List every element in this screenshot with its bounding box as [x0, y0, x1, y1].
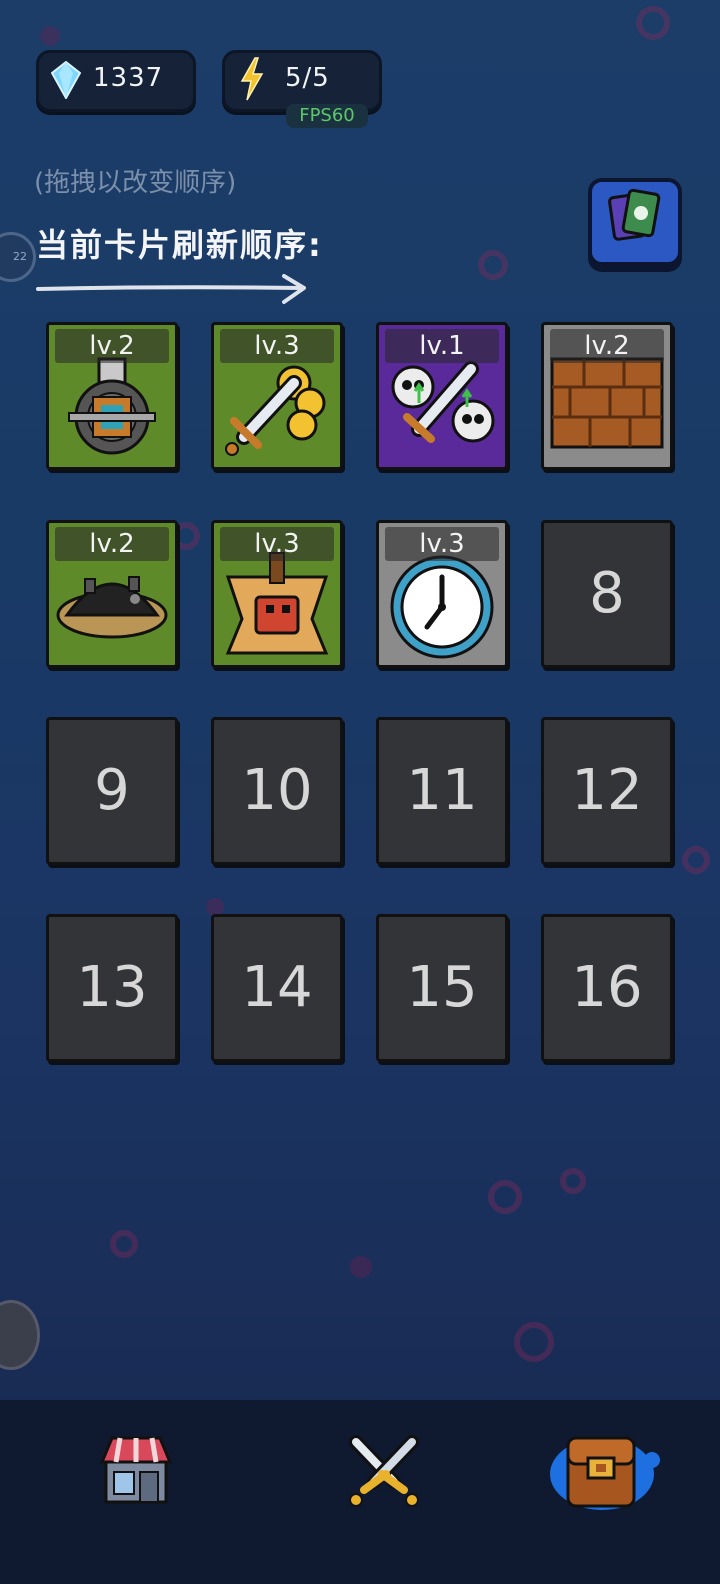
shop-icon	[98, 1436, 174, 1510]
slot-number: 11	[406, 758, 478, 823]
empty-card-slot[interactable]: 9	[46, 717, 178, 865]
empty-card-slot[interactable]: 13	[46, 914, 178, 1062]
battle-button[interactable]	[342, 1434, 426, 1512]
slot-number: 13	[76, 955, 148, 1020]
gem-count: 1337	[93, 63, 164, 93]
empty-card-slot[interactable]: 12	[541, 717, 673, 865]
card-level-label: lv.3	[220, 527, 334, 561]
empty-card-slot[interactable]: 15	[376, 914, 508, 1062]
slot-number: 10	[241, 758, 313, 823]
slot-number: 14	[241, 955, 313, 1020]
empty-card-slot[interactable]: 10	[211, 717, 343, 865]
card-level-label: lv.2	[55, 329, 169, 363]
shop-button[interactable]	[98, 1432, 174, 1510]
fps-indicator: FPS60	[286, 104, 368, 128]
card-level-label: lv.1	[385, 329, 499, 363]
card-level-label: lv.2	[550, 329, 664, 363]
empty-card-slot[interactable]: 8	[541, 520, 673, 668]
slot-number: 8	[589, 561, 625, 626]
empty-card-slot[interactable]: 11	[376, 717, 508, 865]
deck-button[interactable]	[588, 178, 682, 266]
side-avatar-button[interactable]	[0, 1300, 40, 1370]
crossed-swords-icon	[342, 1435, 426, 1512]
card-slot[interactable]: lv.3	[211, 322, 343, 470]
slot-number: 15	[406, 955, 478, 1020]
lightning-icon	[239, 57, 265, 105]
bg-bubble	[682, 846, 710, 874]
energy-counter[interactable]: 5/5	[222, 50, 382, 112]
card-deck-icon	[606, 188, 662, 250]
slot-number: 9	[94, 758, 130, 823]
slot-number: 12	[571, 758, 643, 823]
card-level-label: lv.3	[385, 527, 499, 561]
bg-bubble	[488, 1180, 522, 1214]
page-title: 当前卡片刷新顺序:	[36, 226, 323, 264]
bag-button[interactable]	[548, 1432, 662, 1516]
order-arrow-icon	[36, 274, 306, 304]
card-slot[interactable]: lv.2	[541, 322, 673, 470]
backpack-icon	[548, 1436, 662, 1516]
empty-card-slot[interactable]: 14	[211, 914, 343, 1062]
bg-dot	[40, 26, 60, 46]
card-slot[interactable]: lv.3	[376, 520, 508, 668]
gem-icon	[50, 60, 82, 103]
slot-number: 16	[571, 955, 643, 1020]
bg-bubble	[560, 1168, 586, 1194]
bg-bubble	[478, 250, 508, 280]
card-slot[interactable]: lv.3	[211, 520, 343, 668]
bg-dot	[350, 1256, 372, 1278]
bg-bubble	[636, 6, 670, 40]
gem-counter[interactable]: 1337	[36, 50, 196, 112]
card-slot[interactable]: lv.1	[376, 322, 508, 470]
bg-bubble	[514, 1322, 554, 1362]
card-level-label: lv.2	[55, 527, 169, 561]
card-slot[interactable]: lv.2	[46, 520, 178, 668]
side-level-badge[interactable]: 22	[0, 232, 36, 282]
card-level-label: lv.3	[220, 329, 334, 363]
empty-card-slot[interactable]: 16	[541, 914, 673, 1062]
card-slot[interactable]: lv.2	[46, 322, 178, 470]
energy-count: 5/5	[285, 63, 330, 93]
drag-hint: (拖拽以改变顺序)	[34, 168, 237, 198]
bg-bubble	[110, 1230, 138, 1258]
